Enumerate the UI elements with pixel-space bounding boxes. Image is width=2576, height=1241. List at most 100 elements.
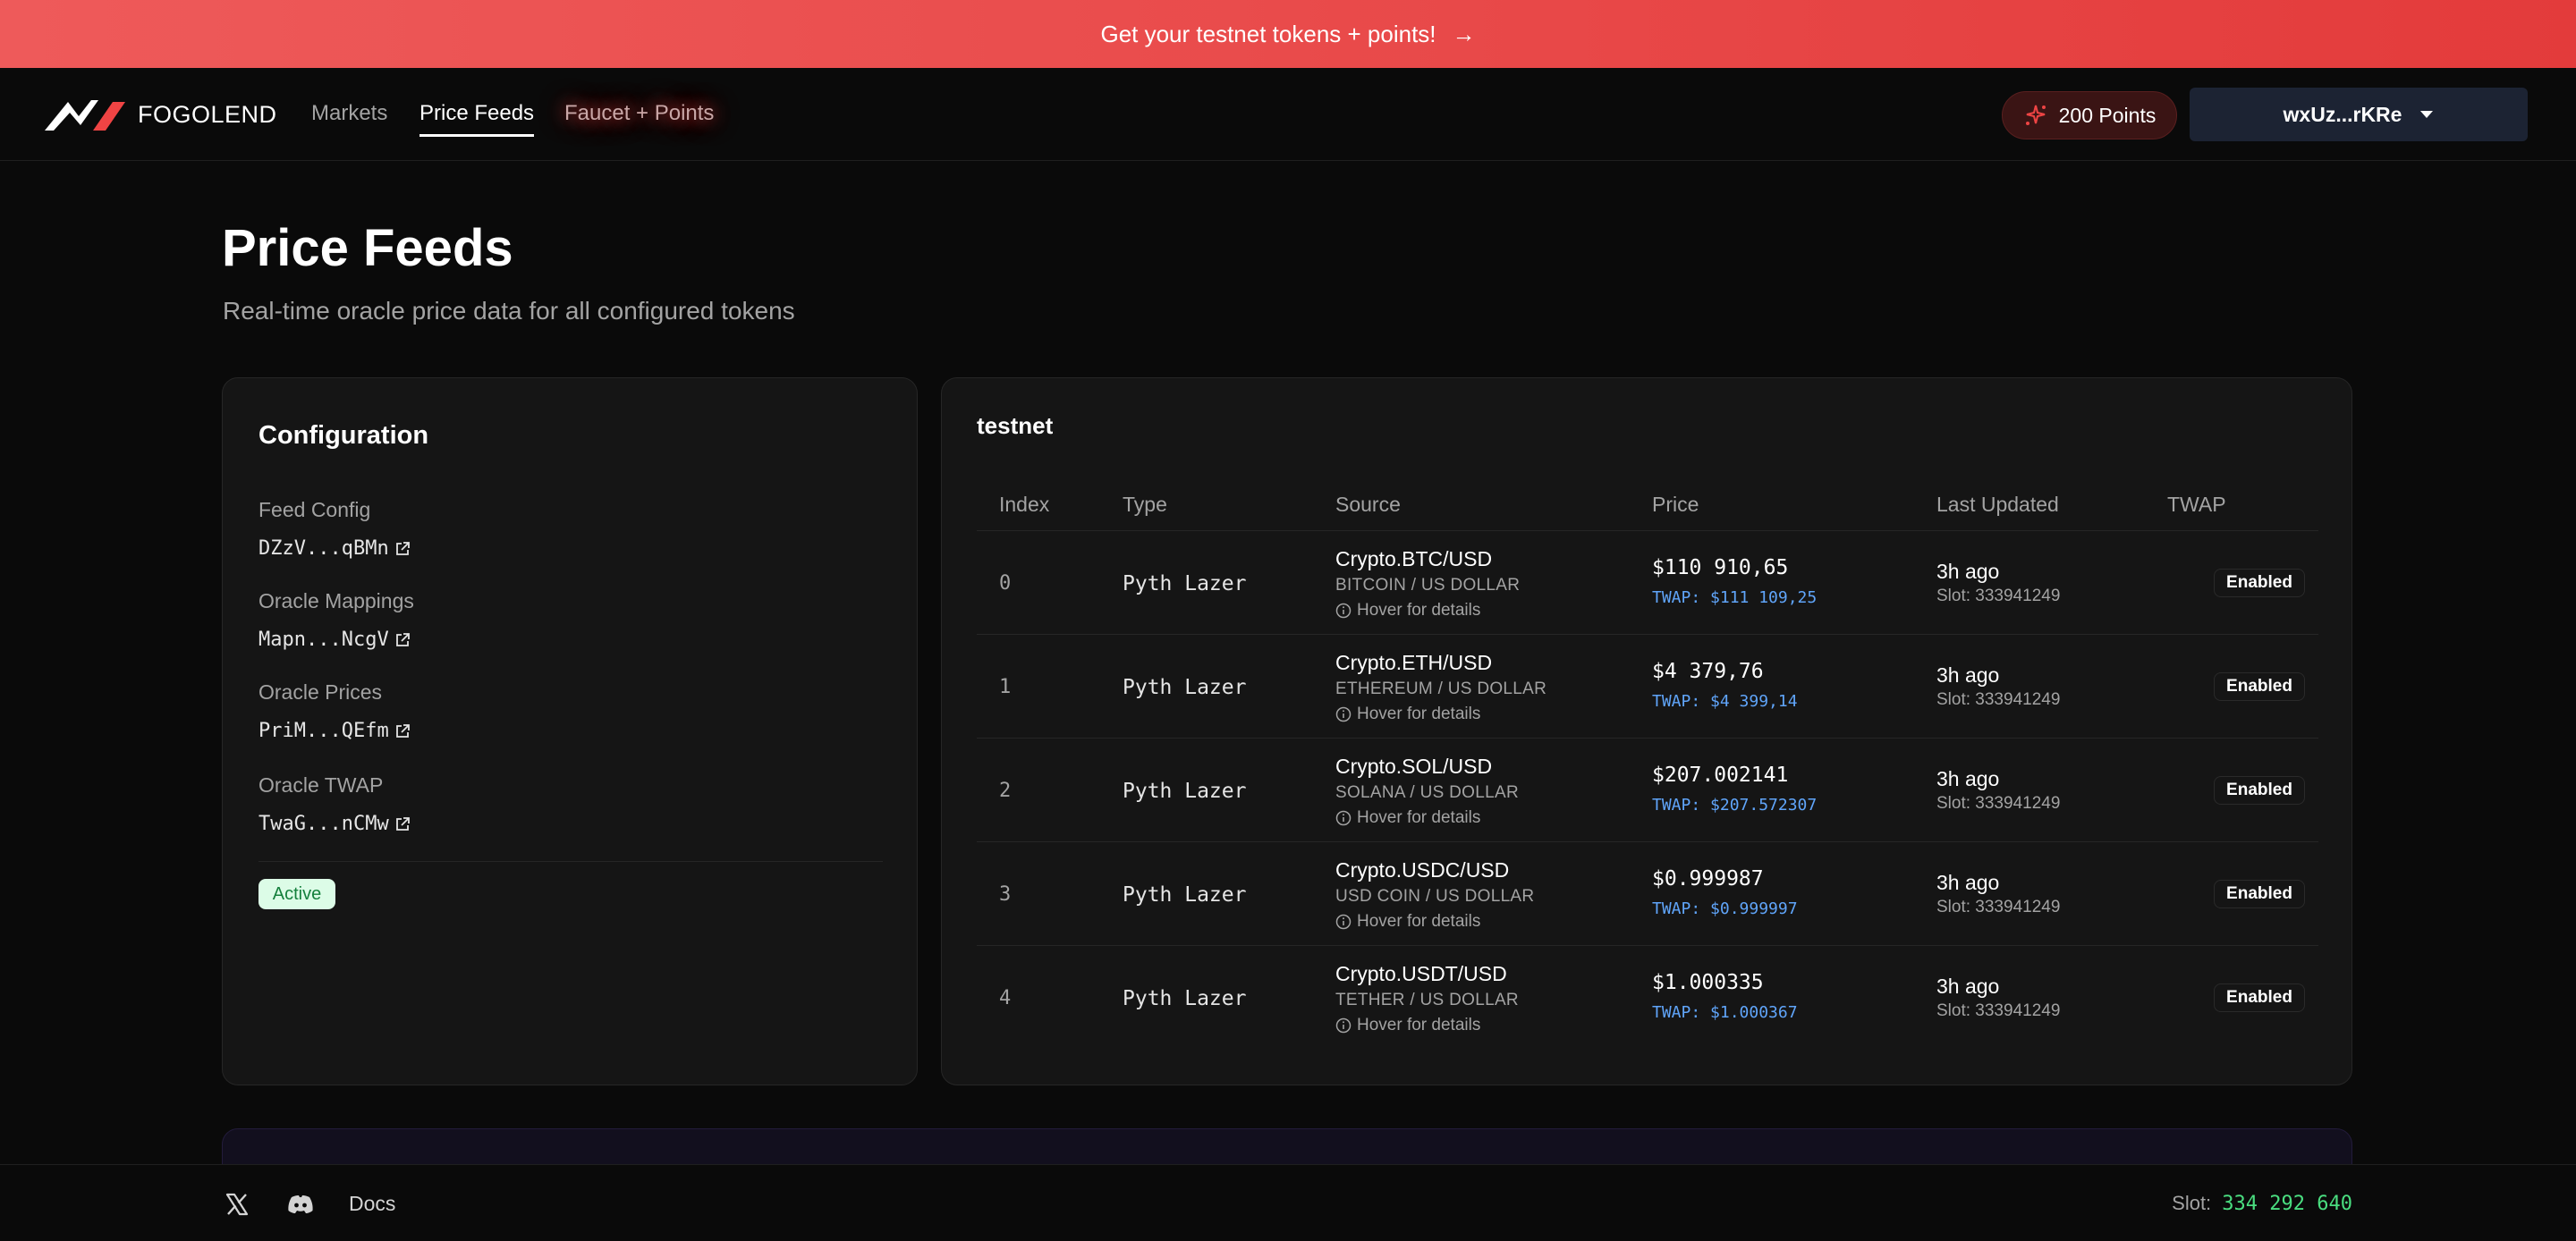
external-link-icon bbox=[395, 816, 410, 831]
row-source: Crypto.ETH/USD bbox=[1335, 651, 1493, 674]
row-type: Pyth Lazer bbox=[1123, 780, 1247, 803]
col-header-type: Type bbox=[1123, 493, 1167, 516]
arrow-right-icon: → bbox=[1452, 20, 1476, 47]
table-row[interactable]: 0 Pyth Lazer Crypto.BTC/USD BITCOIN / US… bbox=[977, 531, 2318, 635]
row-index: 4 bbox=[999, 987, 1012, 1009]
feed-config-value: DZzV...qBMn bbox=[258, 537, 389, 560]
nav-markets[interactable]: Markets bbox=[311, 101, 387, 126]
info-icon bbox=[1335, 810, 1352, 826]
row-slot: Slot: 333941249 bbox=[1936, 898, 2061, 916]
hover-details[interactable]: Hover for details bbox=[1335, 912, 1480, 932]
page-title: Price Feeds bbox=[222, 219, 513, 277]
nav-faucet-points[interactable]: Faucet + Points bbox=[564, 101, 714, 126]
nav-price-feeds[interactable]: Price Feeds bbox=[419, 101, 535, 137]
row-last-updated: 3h ago bbox=[1936, 975, 2000, 998]
row-last-updated: 3h ago bbox=[1936, 871, 2000, 894]
points-button[interactable]: 200 Points bbox=[2002, 91, 2177, 139]
hover-details[interactable]: Hover for details bbox=[1335, 1016, 1480, 1035]
row-type: Pyth Lazer bbox=[1123, 883, 1247, 907]
row-last-updated: 3h ago bbox=[1936, 767, 2000, 790]
row-price: $4 379,76 bbox=[1652, 660, 1764, 683]
external-link-icon bbox=[395, 723, 410, 738]
discord-icon[interactable] bbox=[286, 1194, 315, 1215]
row-source-desc: TETHER / US DOLLAR bbox=[1335, 991, 1519, 1009]
points-label: 200 Points bbox=[2058, 103, 2157, 127]
docs-link[interactable]: Docs bbox=[349, 1192, 395, 1216]
row-price: $0.999987 bbox=[1652, 867, 1764, 891]
wallet-button[interactable]: wxUz...rKRe bbox=[2190, 88, 2528, 141]
oracle-prices-value: PriM...QEfm bbox=[258, 720, 389, 742]
row-twap-price: TWAP: $4 399,14 bbox=[1652, 692, 1798, 711]
network-title: testnet bbox=[977, 412, 1054, 439]
row-source-desc: BITCOIN / US DOLLAR bbox=[1335, 576, 1521, 595]
row-slot: Slot: 333941249 bbox=[1936, 587, 2061, 605]
row-last-updated: 3h ago bbox=[1936, 663, 2000, 687]
row-index: 2 bbox=[999, 780, 1012, 802]
hover-details-label: Hover for details bbox=[1357, 808, 1481, 827]
row-index: 3 bbox=[999, 883, 1012, 906]
current-slot: Slot: 334 292 640 bbox=[2172, 1192, 2352, 1215]
page-subtitle: Real-time oracle price data for all conf… bbox=[223, 297, 795, 325]
oracle-mappings-link[interactable]: Mapn...NcgV bbox=[258, 629, 411, 651]
col-header-last-updated: Last Updated bbox=[1936, 493, 2059, 516]
external-link-icon bbox=[395, 541, 410, 555]
oracle-prices-link[interactable]: PriM...QEfm bbox=[258, 720, 411, 742]
config-divider bbox=[258, 861, 883, 862]
oracle-prices-label: Oracle Prices bbox=[258, 680, 383, 704]
table-row[interactable]: 4 Pyth Lazer Crypto.USDT/USD TETHER / US… bbox=[977, 946, 2318, 1050]
row-source: Crypto.SOL/USD bbox=[1335, 755, 1493, 778]
col-header-source: Source bbox=[1335, 493, 1401, 516]
fogolend-logo-icon bbox=[45, 100, 125, 131]
feed-config-link[interactable]: DZzV...qBMn bbox=[258, 537, 411, 560]
oracle-twap-value: TwaG...nCMw bbox=[258, 813, 389, 835]
twap-status-badge: Enabled bbox=[2214, 984, 2305, 1012]
info-icon bbox=[1335, 1017, 1352, 1034]
row-price: $110 910,65 bbox=[1652, 556, 1789, 579]
status-badge: Active bbox=[258, 879, 335, 909]
hover-details[interactable]: Hover for details bbox=[1335, 808, 1480, 828]
twap-status-badge: Enabled bbox=[2214, 880, 2305, 908]
brand-name: FOGOLEND bbox=[138, 100, 277, 128]
info-icon bbox=[1335, 706, 1352, 722]
configuration-title: Configuration bbox=[258, 421, 429, 450]
caret-down-icon bbox=[2420, 111, 2434, 118]
sparkle-icon bbox=[2025, 105, 2046, 125]
brand-logo[interactable]: FOGOLEND bbox=[45, 97, 277, 132]
table-row[interactable]: 3 Pyth Lazer Crypto.USDC/USD USD COIN / … bbox=[977, 842, 2318, 946]
row-index: 1 bbox=[999, 676, 1012, 698]
configuration-card: Configuration Feed Config DZzV...qBMn Or… bbox=[222, 377, 918, 1085]
oracle-twap-link[interactable]: TwaG...nCMw bbox=[258, 813, 411, 835]
row-slot: Slot: 333941249 bbox=[1936, 690, 2061, 709]
table-row[interactable]: 2 Pyth Lazer Crypto.SOL/USD SOLANA / US … bbox=[977, 739, 2318, 842]
row-source-desc: ETHEREUM / US DOLLAR bbox=[1335, 680, 1547, 698]
slot-label: Slot: bbox=[2172, 1192, 2212, 1214]
row-twap-price: TWAP: $0.999997 bbox=[1652, 899, 1798, 918]
col-header-twap: TWAP bbox=[2167, 493, 2226, 516]
row-price: $207.002141 bbox=[1652, 764, 1789, 787]
testnet-banner[interactable]: Get your testnet tokens + points! → bbox=[0, 0, 2576, 68]
info-icon bbox=[1335, 603, 1352, 619]
row-index: 0 bbox=[999, 572, 1012, 595]
col-header-price: Price bbox=[1652, 493, 1699, 516]
row-source-desc: SOLANA / US DOLLAR bbox=[1335, 783, 1519, 802]
hover-details[interactable]: Hover for details bbox=[1335, 705, 1480, 724]
hover-details-label: Hover for details bbox=[1357, 912, 1481, 931]
oracle-twap-label: Oracle TWAP bbox=[258, 773, 384, 797]
row-price: $1.000335 bbox=[1652, 971, 1764, 994]
row-source-desc: USD COIN / US DOLLAR bbox=[1335, 887, 1535, 906]
col-header-index: Index bbox=[999, 493, 1050, 516]
hover-details[interactable]: Hover for details bbox=[1335, 601, 1480, 620]
row-source: Crypto.USDC/USD bbox=[1335, 858, 1510, 882]
oracle-mappings-value: Mapn...NcgV bbox=[258, 629, 389, 651]
x-icon[interactable] bbox=[225, 1192, 250, 1217]
info-icon bbox=[1335, 914, 1352, 930]
table-row[interactable]: 1 Pyth Lazer Crypto.ETH/USD ETHEREUM / U… bbox=[977, 635, 2318, 739]
row-twap-price: TWAP: $1.000367 bbox=[1652, 1003, 1798, 1022]
row-slot: Slot: 333941249 bbox=[1936, 794, 2061, 813]
twap-status-badge: Enabled bbox=[2214, 569, 2305, 597]
row-type: Pyth Lazer bbox=[1123, 572, 1247, 595]
oracle-mappings-label: Oracle Mappings bbox=[258, 589, 414, 612]
price-feeds-card: testnet Index Type Source Price Last Upd… bbox=[941, 377, 2352, 1085]
row-type: Pyth Lazer bbox=[1123, 987, 1247, 1010]
hover-details-label: Hover for details bbox=[1357, 1016, 1481, 1034]
